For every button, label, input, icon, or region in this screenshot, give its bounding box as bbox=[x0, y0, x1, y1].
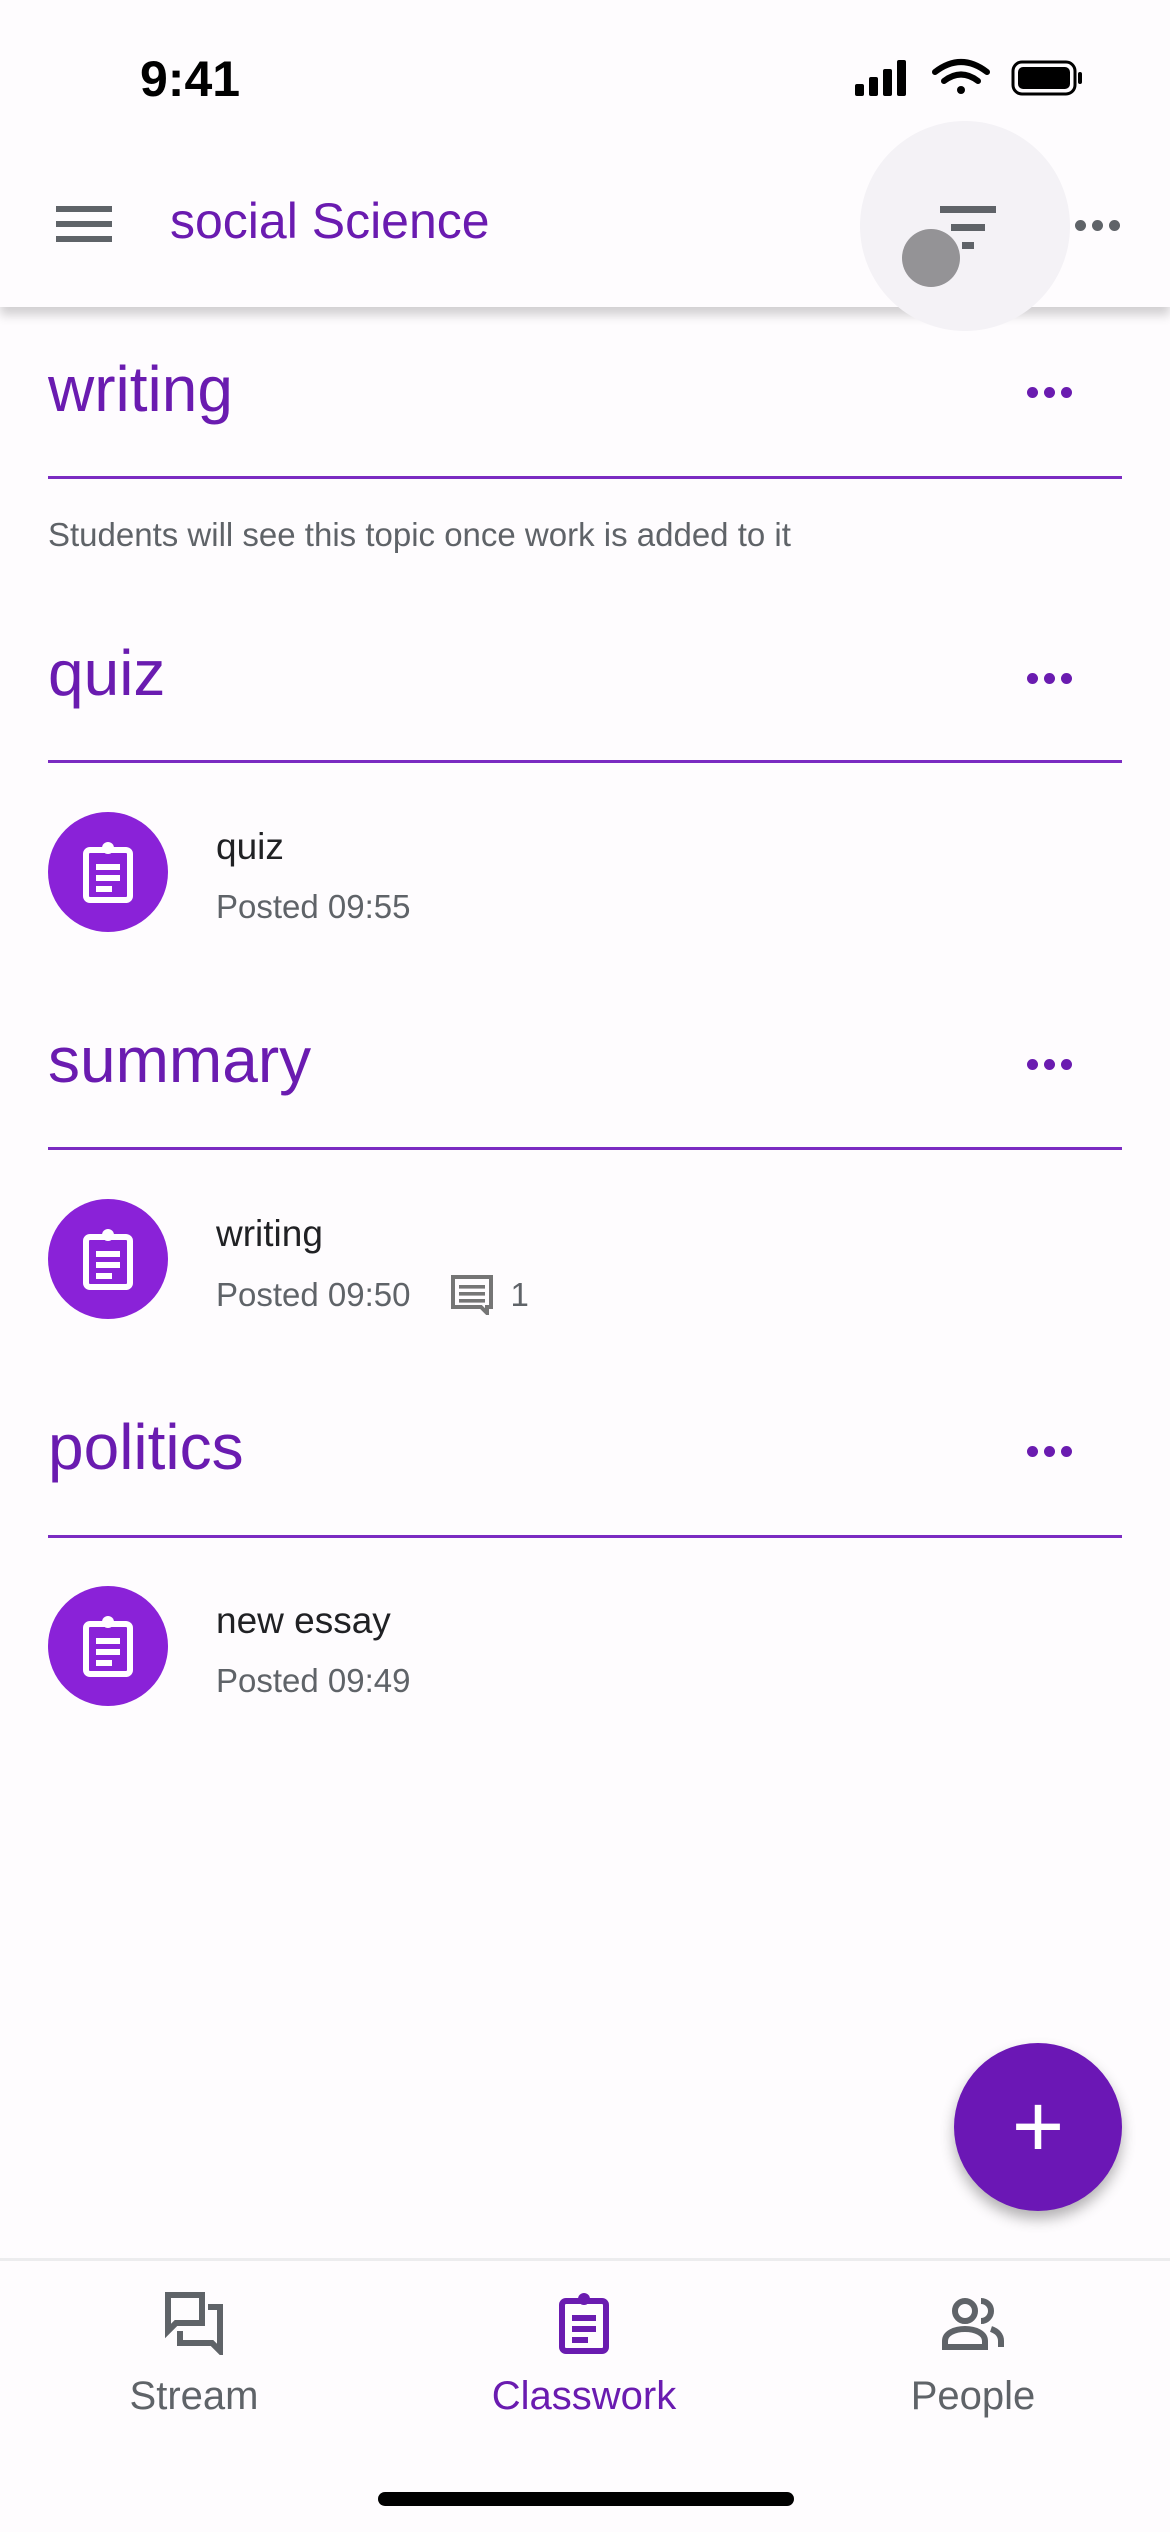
topic-more-icon[interactable] bbox=[1027, 387, 1072, 398]
assignment-posted: Posted 09:50 1 bbox=[216, 1275, 529, 1315]
battery-icon bbox=[1011, 60, 1082, 96]
assignment-title[interactable]: writing bbox=[216, 1213, 323, 1255]
more-icon[interactable] bbox=[1075, 220, 1120, 231]
tab-stream[interactable]: Stream bbox=[44, 2291, 344, 2419]
signal-icon bbox=[855, 60, 906, 96]
menu-icon[interactable] bbox=[56, 206, 112, 242]
topic-divider bbox=[48, 1535, 1122, 1538]
assignment-title[interactable]: quiz bbox=[216, 826, 284, 868]
topic-title: quiz bbox=[48, 637, 166, 709]
people-icon bbox=[942, 2298, 1004, 2350]
wifi-icon bbox=[932, 59, 990, 94]
comment-icon bbox=[450, 1275, 493, 1315]
posted-time: Posted 09:49 bbox=[216, 1662, 411, 1699]
topic-title: summary bbox=[48, 1024, 312, 1096]
posted-time: Posted 09:50 bbox=[216, 1276, 411, 1313]
tab-label: People bbox=[910, 2374, 1036, 2418]
assignment-icon[interactable] bbox=[48, 1199, 168, 1319]
touch-indicator bbox=[902, 229, 960, 287]
topic-divider bbox=[48, 760, 1122, 763]
topic-divider bbox=[48, 476, 1122, 479]
stream-icon bbox=[165, 2292, 223, 2359]
comment-count: 1 bbox=[510, 1276, 529, 1313]
status-time: 9:41 bbox=[140, 51, 241, 107]
assignment-icon[interactable] bbox=[48, 812, 168, 932]
status-icons bbox=[855, 59, 1082, 96]
assignment-title[interactable]: new essay bbox=[216, 1600, 391, 1642]
topic-divider bbox=[48, 1147, 1122, 1150]
bottom-nav: Stream Classwork People bbox=[0, 2258, 1170, 2532]
tab-classwork[interactable]: Classwork bbox=[434, 2291, 734, 2419]
class-title: social Science bbox=[170, 193, 490, 249]
add-button[interactable]: + bbox=[954, 2043, 1122, 2211]
tab-people[interactable]: People bbox=[823, 2291, 1123, 2419]
tab-label: Classwork bbox=[491, 2374, 677, 2418]
topic-title: writing bbox=[48, 353, 233, 425]
assignment-posted: Posted 09:55 bbox=[216, 888, 411, 926]
topic-more-icon[interactable] bbox=[1027, 1059, 1072, 1070]
assignment-icon[interactable] bbox=[48, 1586, 168, 1706]
posted-time: Posted 09:55 bbox=[216, 888, 411, 925]
topic-title: politics bbox=[48, 1411, 244, 1483]
topic-more-icon[interactable] bbox=[1027, 673, 1072, 684]
topic-more-icon[interactable] bbox=[1027, 1446, 1072, 1457]
topic-empty-note: Students will see this topic once work i… bbox=[48, 516, 791, 553]
classwork-icon bbox=[559, 2293, 609, 2354]
home-indicator[interactable] bbox=[378, 2492, 794, 2506]
tab-label: Stream bbox=[129, 2374, 259, 2418]
assignment-posted: Posted 09:49 bbox=[216, 1662, 411, 1700]
